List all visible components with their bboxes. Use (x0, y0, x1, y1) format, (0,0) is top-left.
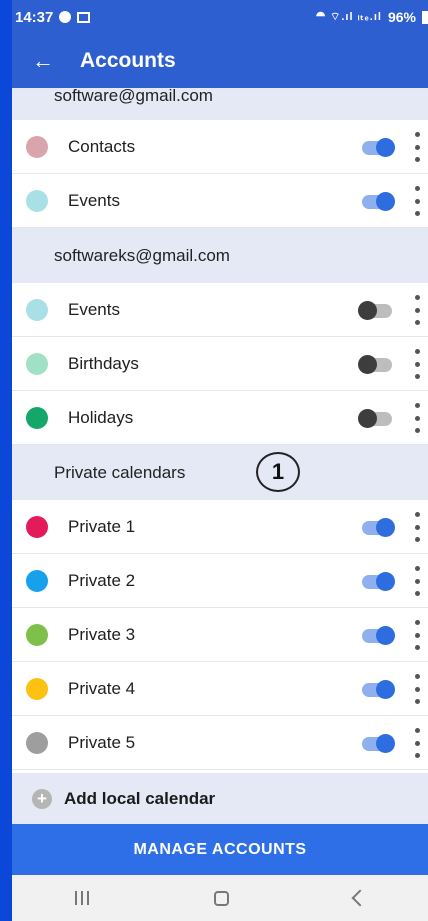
annotation-badge: 1 (256, 452, 300, 492)
more-vert-icon[interactable] (412, 728, 422, 758)
calendar-color-dot (26, 515, 48, 538)
calendar-toggle[interactable] (358, 572, 396, 591)
more-vert-icon[interactable] (412, 186, 422, 216)
page-title: Accounts (80, 49, 176, 72)
more-vert-icon[interactable] (412, 566, 422, 596)
calendar-toggle[interactable] (358, 518, 396, 537)
calendar-row[interactable]: Events (12, 283, 428, 337)
battery-icon (422, 10, 428, 24)
back-nav-icon[interactable] (351, 889, 368, 907)
calendar-color-dot (26, 569, 48, 592)
calendar-toggle[interactable] (358, 626, 396, 645)
calendar-toggle[interactable] (358, 680, 396, 699)
more-vert-icon[interactable] (412, 295, 422, 325)
calendar-row[interactable]: Events (12, 174, 428, 228)
calendar-row[interactable]: Private 5 (12, 716, 428, 770)
gallery-icon (77, 11, 91, 23)
notification-icon (59, 11, 72, 23)
calendar-toggle[interactable] (358, 138, 396, 157)
calendar-toggle[interactable] (358, 301, 396, 320)
calendar-row[interactable]: Private 2 (12, 554, 428, 608)
calendar-color-dot (26, 189, 48, 212)
calendar-color-dot (26, 298, 48, 321)
calendar-row[interactable]: Private 1 (12, 500, 428, 554)
more-vert-icon[interactable] (412, 132, 422, 162)
section-header-label: Private calendars (54, 462, 186, 482)
status-bar: 14:37 ⯊ ⌔.ıl ₗₜₑ.ıl 96% (12, 0, 428, 34)
app-bar: ← Accounts (12, 34, 428, 88)
section-header-label: software@gmail.com (54, 86, 213, 105)
calendar-toggle[interactable] (358, 409, 396, 428)
signal-icon: ⯊ ⌔.ıl ₗₜₑ.ıl (316, 11, 382, 23)
recent-apps-icon[interactable] (74, 891, 89, 905)
section-header: softwareks@gmail.com (12, 228, 428, 283)
calendar-row[interactable]: Birthdays (12, 337, 428, 391)
calendar-color-dot (26, 623, 48, 646)
calendar-row[interactable]: Private 4 (12, 662, 428, 716)
more-vert-icon[interactable] (412, 512, 422, 542)
section-header-label: softwareks@gmail.com (54, 245, 230, 265)
battery-percent: 96% (387, 9, 416, 25)
add-local-calendar-button[interactable]: + Add local calendar (12, 773, 428, 824)
calendar-row[interactable]: Contacts (12, 120, 428, 174)
manage-accounts-button[interactable]: MANAGE ACCOUNTS (12, 824, 428, 875)
calendar-color-dot (26, 731, 48, 754)
accounts-list: software@gmail.com Contacts Events software… (12, 86, 428, 770)
status-time: 14:37 (15, 8, 54, 26)
calendar-row[interactable]: Holidays (12, 391, 428, 445)
calendar-color-dot (26, 406, 48, 429)
calendar-toggle[interactable] (358, 355, 396, 374)
phone-screen: 14:37 ⯊ ⌔.ıl ₗₜₑ.ıl 96% ← Accounts softw… (12, 0, 428, 921)
calendar-toggle[interactable] (358, 192, 396, 211)
calendar-color-dot (26, 352, 48, 375)
add-local-calendar-label: Add local calendar (64, 788, 216, 808)
section-header: software@gmail.com (12, 86, 428, 120)
section-header: Private calendars (12, 445, 428, 500)
more-vert-icon[interactable] (412, 620, 422, 650)
calendar-toggle[interactable] (358, 734, 396, 753)
more-vert-icon[interactable] (412, 403, 422, 433)
plus-icon: + (32, 788, 52, 809)
calendar-color-dot (26, 677, 48, 700)
arrow-left-icon[interactable]: ← (16, 48, 70, 74)
more-vert-icon[interactable] (412, 349, 422, 379)
home-icon[interactable] (213, 890, 229, 906)
more-vert-icon[interactable] (412, 674, 422, 704)
calendar-color-dot (26, 135, 48, 158)
calendar-row[interactable]: Private 3 (12, 608, 428, 662)
system-nav-bar (12, 875, 428, 921)
